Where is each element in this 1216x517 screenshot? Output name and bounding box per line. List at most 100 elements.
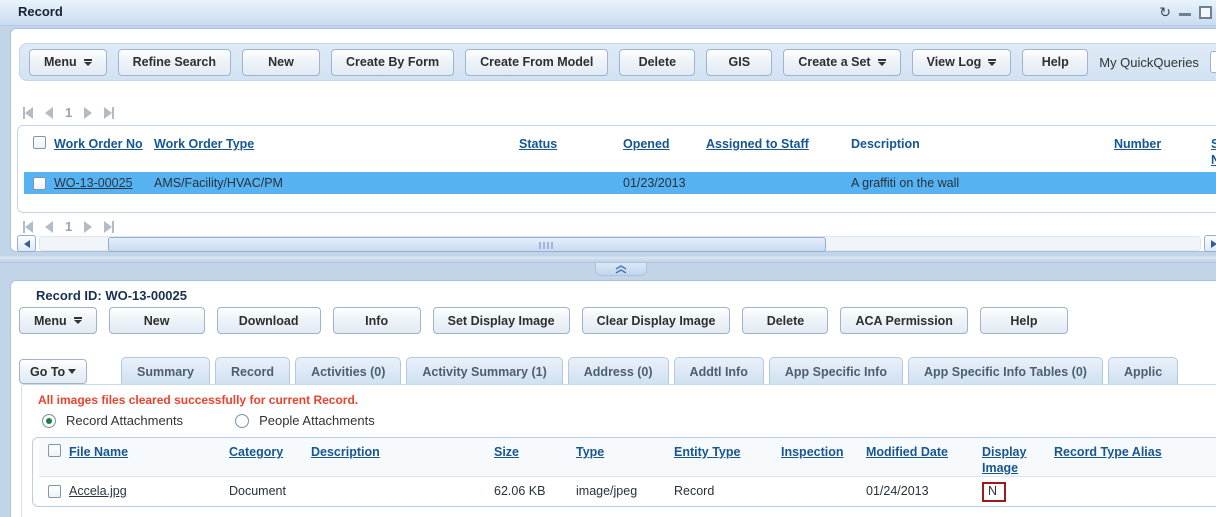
dropdown-caret-icon (878, 59, 886, 66)
col-opened[interactable]: Opened (623, 126, 706, 152)
scrollbar-track[interactable] (39, 236, 1201, 251)
work-order-list-panel: Menu Refine Search New Create By Form Cr… (10, 28, 1216, 252)
first-page-icon[interactable] (23, 107, 33, 119)
tab-app-specific-info-tables[interactable]: App Specific Info Tables (0) (908, 357, 1103, 385)
display-image-flag-highlighted[interactable]: N (982, 482, 1006, 502)
new-button[interactable]: New (242, 49, 320, 76)
grip-icon (539, 242, 553, 249)
dropdown-caret-icon (74, 317, 82, 324)
work-order-type-value: AMS/Facility/HVAC/PM (154, 172, 519, 194)
first-page-icon[interactable] (23, 221, 33, 233)
last-page-icon[interactable] (104, 221, 114, 233)
view-log-button[interactable]: View Log (912, 49, 1012, 76)
download-button[interactable]: Download (217, 307, 321, 334)
clear-display-image-button[interactable]: Clear Display Image (582, 307, 731, 334)
col-description[interactable]: Description (311, 438, 494, 460)
dropdown-caret-icon (84, 59, 92, 66)
col-description: Description (851, 126, 1114, 152)
table-row[interactable]: WO-13-00025 AMS/Facility/HVAC/PM 01/23/2… (24, 172, 1216, 194)
row-checkbox[interactable] (33, 177, 46, 190)
go-to-button[interactable]: Go To (19, 359, 87, 384)
create-by-form-button[interactable]: Create By Form (331, 49, 454, 76)
record-detail-panel: Record ID: WO-13-00025 Menu New Download… (10, 280, 1216, 517)
next-page-icon[interactable] (84, 107, 92, 119)
maximize-icon[interactable] (1199, 6, 1212, 19)
page-number: 1 (65, 105, 72, 120)
menu-button[interactable]: Menu (19, 307, 97, 334)
refine-search-button[interactable]: Refine Search (118, 49, 231, 76)
menu-button[interactable]: Menu (29, 49, 107, 76)
category-value: Document (229, 480, 311, 502)
info-button[interactable]: Info (333, 307, 421, 334)
create-a-set-button[interactable]: Create a Set (783, 49, 900, 76)
col-truncated[interactable]: S N (1211, 126, 1216, 168)
last-page-icon[interactable] (104, 107, 114, 119)
horizontal-scrollbar[interactable] (17, 235, 1216, 252)
help-button[interactable]: Help (1022, 49, 1088, 76)
aca-permission-button[interactable]: ACA Permission (840, 307, 967, 334)
work-order-toolbar: Menu Refine Search New Create By Form Cr… (19, 43, 1216, 81)
col-entity-type[interactable]: Entity Type (674, 438, 781, 460)
next-page-icon[interactable] (84, 221, 92, 233)
panel-divider (0, 256, 1216, 263)
scrollbar-thumb[interactable] (108, 237, 826, 252)
col-category[interactable]: Category (229, 438, 311, 460)
scroll-right-icon[interactable] (1204, 235, 1216, 252)
col-display-image[interactable]: Display Image (982, 438, 1054, 476)
create-from-model-button[interactable]: Create From Model (465, 49, 608, 76)
col-file-name[interactable]: File Name (69, 438, 229, 460)
refresh-icon[interactable]: ↻ (1159, 4, 1171, 20)
record-id-title: Record ID: WO-13-00025 (36, 288, 187, 303)
prev-page-icon[interactable] (45, 107, 53, 119)
tab-activity-summary[interactable]: Activity Summary (1) (406, 357, 562, 385)
row-checkbox[interactable] (48, 485, 61, 498)
delete-button[interactable]: Delete (619, 49, 695, 76)
tab-address[interactable]: Address (0) (568, 357, 669, 385)
new-button[interactable]: New (109, 307, 205, 334)
collapse-splitter-handle[interactable] (595, 263, 647, 276)
tab-record[interactable]: Record (215, 357, 290, 385)
minimize-icon[interactable] (1179, 5, 1191, 19)
col-size[interactable]: Size (494, 438, 576, 460)
record-attachments-radio[interactable] (42, 414, 56, 428)
prev-page-icon[interactable] (45, 221, 53, 233)
tab-applicant-truncated[interactable]: Applic (1108, 357, 1178, 385)
status-message: All images files cleared successfully fo… (38, 393, 358, 407)
col-modified-date[interactable]: Modified Date (866, 438, 982, 460)
dropdown-caret-icon (68, 369, 76, 374)
pagination-bottom: 1 (23, 219, 114, 234)
tab-app-specific-info[interactable]: App Specific Info (769, 357, 903, 385)
tab-summary[interactable]: Summary (121, 357, 210, 385)
scroll-left-icon[interactable] (17, 235, 36, 252)
select-all-checkbox[interactable] (48, 444, 61, 457)
tab-activities[interactable]: Activities (0) (295, 357, 401, 385)
col-inspection[interactable]: Inspection (781, 438, 866, 460)
attachment-type-radios: Record Attachments People Attachments (42, 413, 417, 428)
col-assigned-to-staff[interactable]: Assigned to Staff (706, 126, 851, 152)
record-toolbar: Menu New Download Info Set Display Image… (19, 307, 1068, 334)
work-order-no-link[interactable]: WO-13-00025 (54, 176, 133, 190)
col-type[interactable]: Type (576, 438, 674, 460)
select-all-checkbox[interactable] (33, 136, 46, 149)
dropdown-caret-icon (988, 59, 996, 66)
col-record-type-alias[interactable]: Record Type Alias (1054, 438, 1216, 460)
col-status[interactable]: Status (519, 126, 623, 152)
window-title: Record (18, 4, 63, 19)
help-button[interactable]: Help (980, 307, 1068, 334)
table-row[interactable]: Accela.jpg Document 62.06 KB image/jpeg … (39, 477, 1216, 505)
file-name-link[interactable]: Accela.jpg (69, 484, 127, 498)
col-number[interactable]: Number (1114, 126, 1211, 152)
pagination-top: 1 (23, 105, 114, 120)
set-display-image-button[interactable]: Set Display Image (433, 307, 570, 334)
quickqueries-select[interactable] (1210, 51, 1216, 73)
quickqueries-label: My QuickQueries (1099, 55, 1199, 70)
people-attachments-radio[interactable] (235, 414, 249, 428)
tab-addtl-info[interactable]: Addtl Info (674, 357, 764, 385)
gis-button[interactable]: GIS (706, 49, 772, 76)
window-title-bar: Record ↻ (0, 0, 1216, 26)
col-work-order-no[interactable]: Work Order No (54, 126, 154, 152)
delete-button[interactable]: Delete (742, 307, 828, 334)
record-attachments-label: Record Attachments (66, 413, 183, 428)
work-order-table-header: Work Order No Work Order Type Status Ope… (24, 126, 1216, 172)
col-work-order-type[interactable]: Work Order Type (154, 126, 519, 152)
